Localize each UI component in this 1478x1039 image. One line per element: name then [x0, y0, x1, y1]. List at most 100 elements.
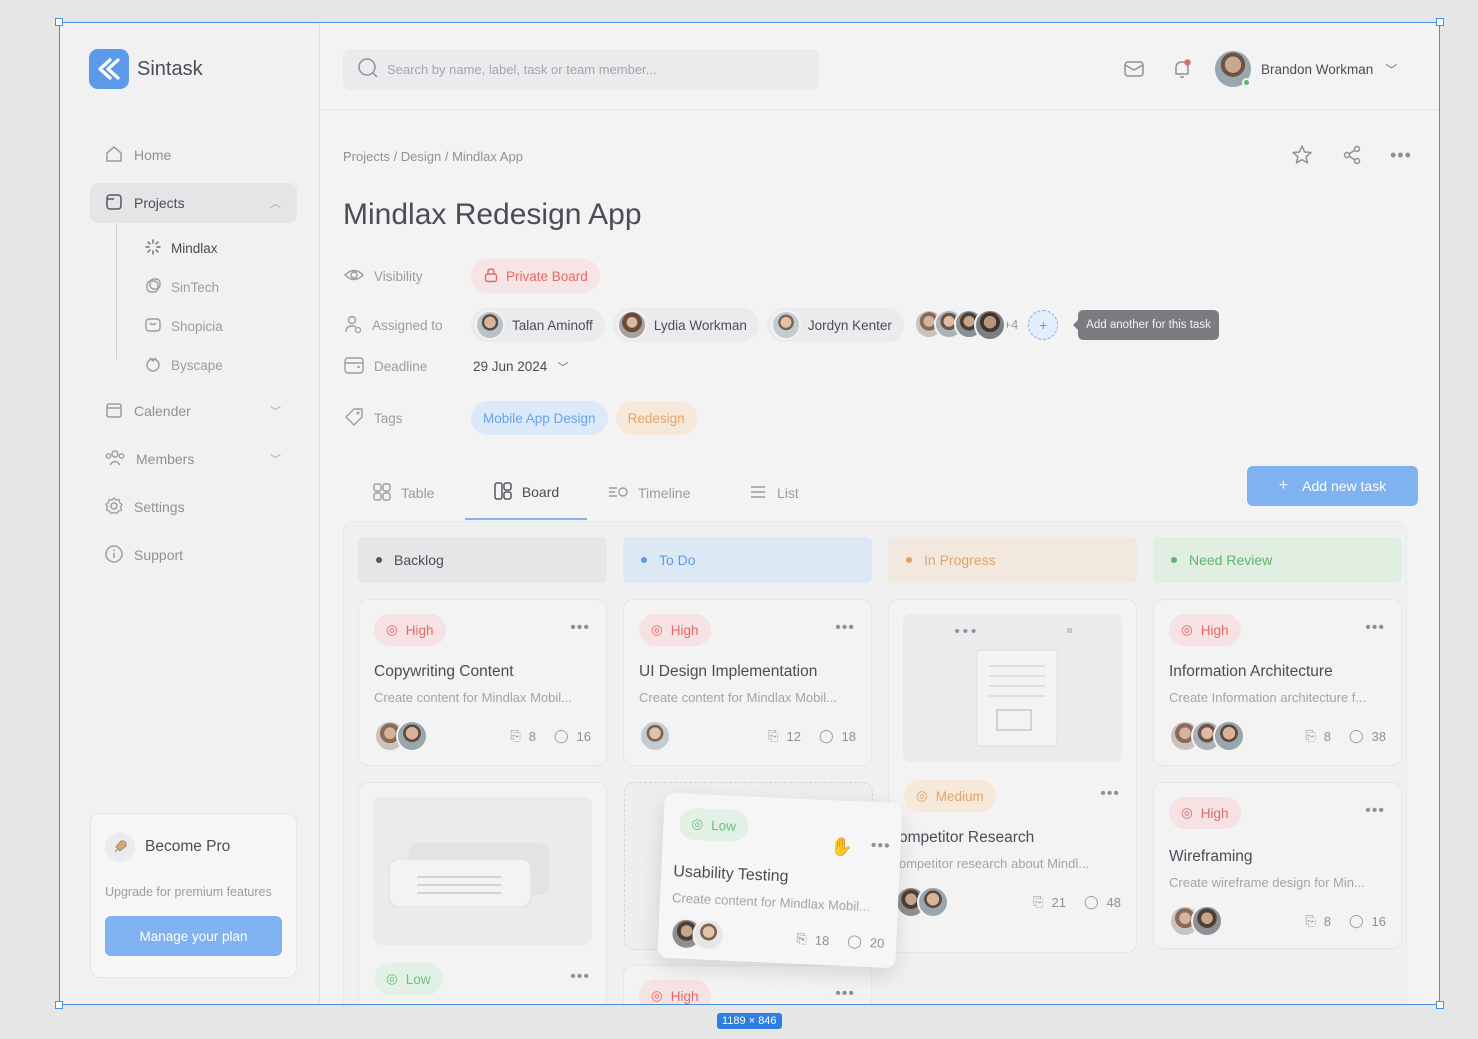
tag-chip[interactable]: Mobile App Design [471, 401, 608, 435]
avatar [973, 309, 1006, 341]
comment-icon: ◯ [1348, 728, 1364, 743]
task-description: Create Information architecture f... [1169, 690, 1367, 705]
more-icon[interactable]: ••• [1365, 803, 1385, 819]
search-input[interactable]: Search by name, label, task or team memb… [343, 49, 819, 90]
task-card[interactable]: ◎ High ••• Information Architecture Creat… [1153, 599, 1402, 766]
avatar [616, 310, 647, 340]
header-actions [1122, 57, 1194, 86]
add-member-tooltip: Add another for this task [1073, 310, 1219, 340]
deadline-row: Deadline 29 Jun 2024 ﹀ [343, 354, 568, 379]
resize-handle[interactable] [55, 1001, 63, 1009]
card-image: ••• [903, 614, 1122, 762]
tab-list[interactable]: List [748, 466, 799, 520]
sidebar-item-label: Projects [134, 195, 185, 211]
chevron-down-icon[interactable]: ﹀ [1385, 61, 1397, 78]
column-header-todo[interactable]: To Do [623, 537, 872, 583]
column-header-need-review[interactable]: Need Review [1153, 537, 1402, 583]
svg-text:•••: ••• [953, 624, 978, 640]
sidebar-item-projects[interactable]: Projects ︿ [90, 183, 297, 223]
sidebar-item-members[interactable]: Members ﹀ [90, 439, 297, 479]
sidebar-item-support[interactable]: Support [90, 535, 297, 575]
deadline-select[interactable]: 29 Jun 2024 ﹀ [471, 359, 568, 375]
task-title: UI Design Implementation [639, 663, 818, 680]
avatar [770, 310, 801, 340]
comment-icon: ◯ [1083, 894, 1099, 909]
tag-chip[interactable]: Redesign [615, 401, 697, 435]
project-item-mindlax[interactable]: Mindlax [116, 229, 297, 268]
board-icon [493, 481, 513, 504]
target-icon: ◎ [386, 971, 398, 986]
task-card[interactable]: ◎ Low ••• [358, 782, 607, 1004]
assignee-chip[interactable]: Lydia Workman [612, 308, 759, 342]
tab-timeline[interactable]: Timeline [607, 466, 690, 520]
project-item-byscape[interactable]: Byscape [116, 346, 297, 385]
chevron-up-icon[interactable]: ︿ [270, 195, 281, 211]
sidebar-item-home[interactable]: Home [90, 135, 297, 175]
grid-icon [372, 482, 392, 505]
column-header-in-progress[interactable]: In Progress [888, 537, 1137, 583]
app-logo[interactable]: Sintask [89, 49, 203, 89]
more-icon[interactable]: ••• [570, 620, 590, 636]
assignee-chip[interactable]: Jordyn Kenter [766, 308, 904, 342]
manage-plan-button[interactable]: Manage your plan [105, 916, 282, 956]
tab-table[interactable]: Table [372, 466, 434, 520]
dragging-task-card[interactable]: ◎ Low ✋ ••• Usability Testing Create cont… [657, 792, 903, 969]
more-icon[interactable]: ••• [870, 837, 891, 855]
user-menu[interactable]: Brandon Workman ﹀ [1213, 49, 1397, 89]
assignee-chip[interactable]: Talan Aminoff [471, 308, 605, 342]
avatar-stack[interactable] [913, 309, 1006, 341]
more-icon[interactable]: ••• [835, 620, 855, 636]
become-pro-card: Become Pro Upgrade for premium features … [90, 813, 297, 978]
task-title: ompetitor Research [899, 829, 1035, 846]
priority-badge: ◎ Low [374, 963, 443, 995]
bell-icon[interactable] [1170, 57, 1194, 86]
chevron-down-icon[interactable]: ﹀ [270, 451, 281, 467]
task-card[interactable]: ◎ High ••• [623, 965, 872, 1004]
more-icon[interactable]: ••• [570, 969, 590, 985]
mail-icon[interactable] [1122, 57, 1146, 86]
visibility-label: Visibility [374, 268, 423, 284]
project-item-sintech[interactable]: SinTech [116, 268, 297, 307]
more-icon[interactable]: ••• [1100, 786, 1120, 802]
avatar [1191, 905, 1223, 937]
sidebar-item-settings[interactable]: Settings [90, 487, 297, 527]
task-card[interactable]: ◎ High ••• Copywriting Content Create con… [358, 599, 607, 766]
shopicia-icon [144, 316, 162, 337]
column-header-backlog[interactable]: Backlog [358, 537, 607, 583]
search-icon [357, 57, 379, 82]
eye-icon [343, 266, 365, 287]
task-card[interactable]: ••• ◎ Medium ••• ompetitor Research ompet… [888, 599, 1137, 953]
document-illustration: ••• [953, 624, 1072, 747]
chevron-down-icon: ﹀ [557, 361, 569, 374]
star-icon[interactable] [1290, 143, 1314, 172]
header-divider [320, 109, 1439, 110]
chevron-down-icon[interactable]: ﹀ [270, 403, 281, 419]
project-label: Byscape [171, 358, 223, 373]
private-board-badge[interactable]: Private Board [471, 259, 600, 293]
attachment-count: ⎘ 21 [1033, 894, 1066, 910]
task-title: Wireframing [1169, 848, 1253, 865]
deadline-label: Deadline [374, 359, 428, 374]
grab-hand-icon: ✋ [830, 836, 854, 858]
artboard-frame: Sintask Home Projects ︿ Mindlax SinTech … [59, 22, 1440, 1005]
calendar-icon [104, 400, 124, 423]
more-icon[interactable]: ••• [1365, 620, 1385, 636]
task-card[interactable]: ◎ High ••• UI Design Implementation Creat… [623, 599, 872, 766]
resize-handle[interactable] [1436, 18, 1444, 26]
more-icon[interactable]: ••• [835, 986, 855, 1002]
add-member-button[interactable]: + [1028, 310, 1059, 340]
task-description: Create content for Mindlax Mobil... [639, 690, 837, 705]
more-icon[interactable]: ••• [1390, 143, 1412, 172]
sidebar-item-calender[interactable]: Calender ﹀ [90, 391, 297, 431]
breadcrumb[interactable]: Projects / Design / Mindlax App [343, 149, 523, 164]
avatar [639, 720, 671, 752]
members-icon [104, 448, 126, 471]
task-card[interactable]: ◎ High ••• Wireframing Create wireframe d… [1153, 782, 1402, 949]
share-icon[interactable] [1340, 143, 1364, 172]
resize-handle[interactable] [1436, 1001, 1444, 1009]
resize-handle[interactable] [55, 18, 63, 26]
add-new-task-button[interactable]: + Add new task [1247, 466, 1418, 506]
priority-badge: ◎ Low [678, 807, 749, 843]
project-item-shopicia[interactable]: Shopicia [116, 307, 297, 346]
tab-board[interactable]: Board [465, 466, 587, 520]
